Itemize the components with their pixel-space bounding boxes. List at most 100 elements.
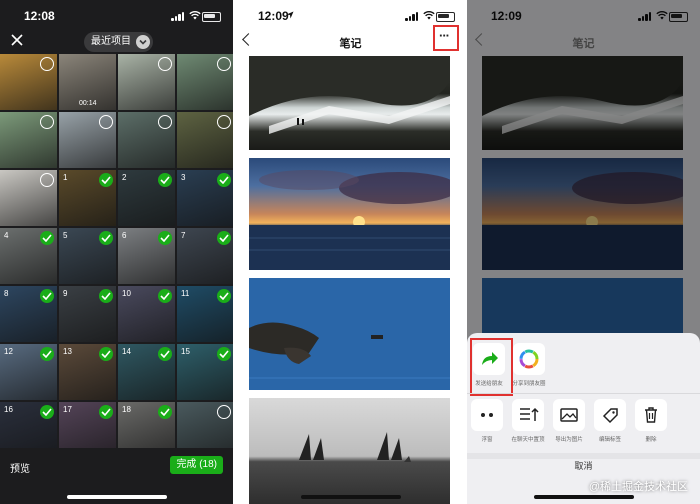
selection-order-number: 1 [63, 173, 68, 182]
photo-cell[interactable]: 6 [118, 228, 175, 284]
share-to-moments-button[interactable]: 分享到朋友圈 [505, 343, 553, 387]
note-view-screen: 12:09 笔记 ··· [234, 0, 467, 504]
battery-icon [202, 12, 221, 22]
unselected-circle-icon[interactable] [217, 405, 231, 419]
selection-order-number: 3 [181, 173, 186, 182]
note-image-3[interactable] [249, 278, 450, 390]
selected-check-icon[interactable] [99, 405, 113, 419]
selected-check-icon[interactable] [158, 173, 172, 187]
selection-order-number: 10 [122, 289, 131, 298]
selected-check-icon[interactable] [217, 347, 231, 361]
unselected-circle-icon[interactable] [217, 57, 231, 71]
more-options-button[interactable]: ··· [433, 25, 459, 51]
signal-icon [171, 12, 185, 21]
unselected-circle-icon[interactable] [99, 115, 113, 129]
photo-cell[interactable] [0, 112, 57, 168]
picker-top-bar: 最近项目 [0, 30, 233, 52]
selected-check-icon[interactable] [99, 289, 113, 303]
photo-cell[interactable]: 10 [118, 286, 175, 342]
photo-cell[interactable]: 3 [177, 170, 233, 226]
selection-order-number: 11 [181, 289, 190, 298]
photo-cell[interactable]: 8 [0, 286, 57, 342]
image-icon [553, 399, 585, 431]
selection-order-number: 9 [63, 289, 68, 298]
note-image-1[interactable] [249, 56, 450, 150]
done-button[interactable]: 完成 (18) [170, 456, 223, 474]
photo-cell[interactable]: 15 [177, 344, 233, 400]
selection-order-number: 5 [63, 231, 68, 240]
photo-cell[interactable]: 7 [177, 228, 233, 284]
unselected-circle-icon[interactable] [40, 173, 54, 187]
photo-cell[interactable]: 00:14 [59, 54, 116, 110]
photo-cell[interactable]: 14 [118, 344, 175, 400]
trash-icon [635, 399, 667, 431]
wifi-icon [423, 11, 435, 20]
selection-order-number: 16 [4, 405, 13, 414]
wifi-icon [189, 11, 201, 20]
unselected-circle-icon[interactable] [158, 57, 172, 71]
status-bar: 12:08 [0, 0, 233, 32]
photo-cell[interactable] [118, 54, 175, 110]
photo-cell[interactable]: 2 [118, 170, 175, 226]
selected-check-icon[interactable] [217, 173, 231, 187]
selection-order-number: 7 [181, 231, 186, 240]
signal-icon [405, 12, 419, 21]
album-selector[interactable]: 最近项目 [84, 32, 153, 52]
close-icon[interactable] [10, 33, 24, 47]
selected-check-icon[interactable] [40, 289, 54, 303]
photo-cell[interactable]: 12 [0, 344, 57, 400]
selected-check-icon[interactable] [158, 231, 172, 245]
selection-order-number: 13 [63, 347, 72, 356]
photo-cell[interactable]: 9 [59, 286, 116, 342]
watermark: @稀土掘金技术社区 [588, 481, 688, 493]
selected-check-icon[interactable] [40, 231, 54, 245]
photo-cell[interactable] [177, 54, 233, 110]
photo-cell[interactable]: 5 [59, 228, 116, 284]
preview-button[interactable]: 预览 [10, 460, 30, 475]
home-indicator [534, 495, 634, 499]
photo-grid: 00:14 1 2 3 4 5 6 7 8 9 10 11 12 13 14 15 16 17 18 [0, 54, 233, 458]
selected-check-icon[interactable] [40, 347, 54, 361]
status-time: 12:08 [24, 9, 55, 23]
unselected-circle-icon[interactable] [40, 57, 54, 71]
cancel-button[interactable]: 取消 [467, 459, 700, 472]
location-arrow-icon [286, 11, 294, 19]
photo-cell[interactable]: 1 [59, 170, 116, 226]
selected-check-icon[interactable] [40, 405, 54, 419]
selection-order-number: 8 [4, 289, 9, 298]
note-image-2[interactable] [249, 158, 450, 270]
selection-order-number: 12 [4, 347, 13, 356]
selected-check-icon[interactable] [217, 231, 231, 245]
more-dots-icon: ··· [439, 28, 450, 43]
unselected-circle-icon[interactable] [158, 115, 172, 129]
album-title: 最近项目 [91, 36, 131, 47]
battery-icon [436, 12, 455, 22]
sheet-divider [467, 393, 700, 394]
photo-cell[interactable] [0, 54, 57, 110]
selected-check-icon[interactable] [217, 289, 231, 303]
photo-cell[interactable] [177, 112, 233, 168]
unselected-circle-icon[interactable] [40, 115, 54, 129]
selected-check-icon[interactable] [99, 231, 113, 245]
home-indicator [67, 495, 167, 499]
photo-cell[interactable] [0, 170, 57, 226]
delete-label: 删除 [645, 437, 657, 443]
moments-aperture-icon [513, 343, 545, 375]
status-time: 12:09 [258, 9, 289, 23]
photo-cell[interactable] [59, 112, 116, 168]
share-to-moments-label: 分享到朋友圈 [512, 381, 546, 387]
selected-check-icon[interactable] [158, 347, 172, 361]
chevron-down-icon [136, 35, 150, 49]
note-image-4[interactable] [249, 398, 450, 504]
selected-check-icon[interactable] [158, 405, 172, 419]
selected-check-icon[interactable] [99, 347, 113, 361]
photo-cell[interactable] [118, 112, 175, 168]
tag-icon [594, 399, 626, 431]
unselected-circle-icon[interactable] [217, 115, 231, 129]
photo-cell[interactable]: 4 [0, 228, 57, 284]
selected-check-icon[interactable] [158, 289, 172, 303]
photo-cell[interactable]: 11 [177, 286, 233, 342]
photo-cell[interactable]: 13 [59, 344, 116, 400]
delete-button[interactable]: 删除 [627, 399, 675, 443]
selected-check-icon[interactable] [99, 173, 113, 187]
